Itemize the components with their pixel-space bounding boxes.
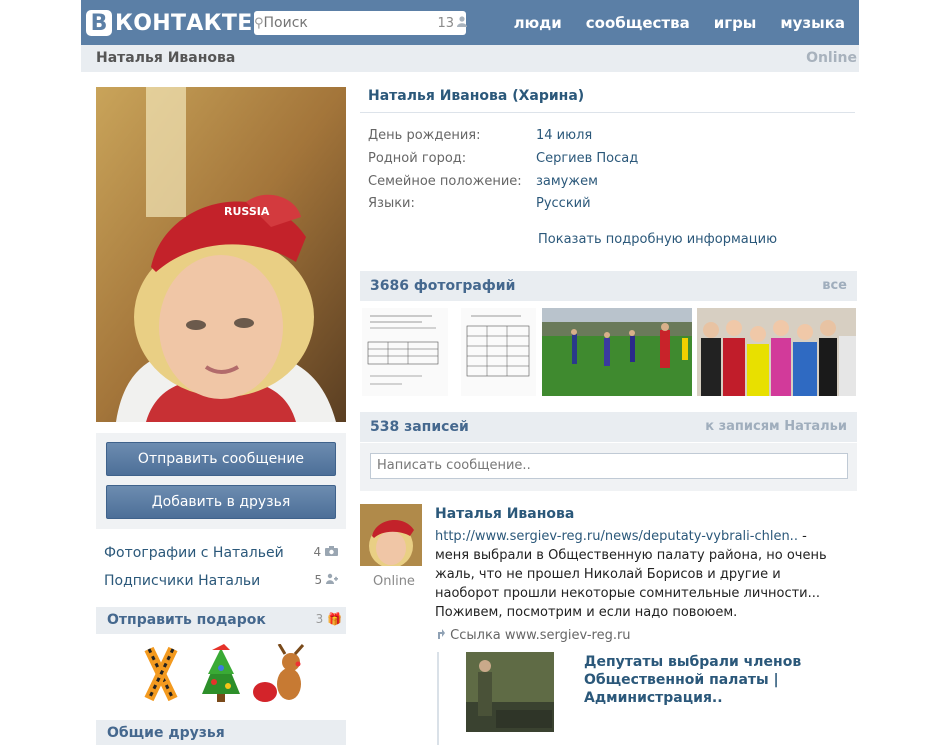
attachment-title[interactable]: Депутаты выбрали членов Общественной пал…: [584, 653, 814, 707]
nav-games[interactable]: игры: [714, 14, 757, 32]
nav-communities[interactable]: сообщества: [586, 14, 690, 32]
link-icon: [438, 629, 445, 639]
online-status: Online: [806, 50, 857, 66]
search-count: 13: [437, 15, 455, 31]
show-more-info-link[interactable]: Показать подробную информацию: [538, 232, 777, 247]
search-input[interactable]: [263, 15, 438, 31]
info-label-hometown: Родной город:: [368, 151, 467, 166]
info-label-relationship: Семейное положение:: [368, 174, 522, 189]
gifts-title: Отправить подарок: [107, 612, 266, 628]
users-icon: [326, 573, 338, 584]
subscribers-count: 5: [315, 573, 338, 587]
gifts-header[interactable]: Отправить подарок 3 🎁: [96, 607, 346, 634]
wall-header[interactable]: 538 записей к записям Натальи: [360, 412, 857, 442]
nav-music[interactable]: музыка: [780, 14, 845, 32]
search-icon: ⚲: [254, 15, 264, 31]
gift-ribbon[interactable]: [139, 644, 183, 708]
photos-with-label: Фотографии с Натальей: [104, 545, 284, 561]
top-header: В КОНТАКТЕ ⚲ 13 люди сообщества игры муз…: [81, 0, 859, 45]
mutual-friends-title: Общие друзья: [107, 725, 225, 741]
info-value-birthday[interactable]: 14 июля: [536, 128, 592, 143]
info-value-hometown[interactable]: Сергиев Посад: [536, 151, 638, 166]
gifts-count: 3 🎁: [315, 612, 342, 626]
wall-title: 538 записей: [370, 419, 469, 435]
photos-all-link[interactable]: все: [822, 278, 847, 293]
profile-short-name: Наталья Иванова: [96, 50, 236, 66]
mutual-friends-header[interactable]: Общие друзья: [96, 720, 346, 745]
photo-thumb-document-2[interactable]: [461, 308, 536, 396]
profile-name-bar: Наталья Иванова Online: [81, 45, 859, 72]
wall-message-input[interactable]: Написать сообщение..: [370, 453, 848, 479]
photos-header[interactable]: 3686 фотографий все: [360, 271, 857, 301]
send-message-button[interactable]: Отправить сообщение: [106, 442, 336, 476]
profile-actions: Отправить сообщение Добавить в друзья: [96, 433, 346, 529]
photo-thumb-group[interactable]: [697, 308, 856, 396]
gift-reindeer[interactable]: [251, 643, 311, 710]
logo-text: КОНТАКТЕ: [115, 10, 253, 36]
user-icon: [457, 16, 468, 30]
vk-profile-page: В КОНТАКТЕ ⚲ 13 люди сообщества игры муз…: [0, 0, 940, 745]
add-friend-button[interactable]: Добавить в друзья: [106, 485, 336, 519]
gift-christmas-tree[interactable]: [194, 644, 248, 710]
profile-full-name: Наталья Иванова (Харина): [368, 88, 585, 104]
wall-compose-box: Написать сообщение..: [360, 443, 857, 491]
post-url[interactable]: http://www.sergiev-reg.ru/news/deputaty-…: [435, 529, 798, 544]
main-nav: люди сообщества игры музыка: [504, 0, 859, 45]
info-value-relationship[interactable]: замужем: [536, 174, 598, 189]
post-avatar[interactable]: [360, 504, 422, 566]
post-text: http://www.sergiev-reg.ru/news/deputaty-…: [435, 527, 835, 622]
attachment-quote-bar: [437, 652, 439, 745]
subscribers-link[interactable]: Подписчики Натальи 5: [104, 573, 338, 589]
info-divider: [360, 112, 855, 113]
info-value-languages[interactable]: Русский: [536, 196, 591, 211]
logo-mark: В: [86, 10, 112, 36]
vk-logo[interactable]: В КОНТАКТЕ: [86, 9, 253, 37]
left-column: RUSSIA Отправить сообщение Добавить в др…: [81, 72, 359, 745]
photos-title: 3686 фотографий: [370, 278, 516, 294]
photos-with-count: 4: [314, 545, 338, 559]
post-link-row[interactable]: Ссылка www.sergiev-reg.ru: [436, 627, 631, 643]
attachment-image[interactable]: [466, 652, 554, 732]
photos-with-link[interactable]: Фотографии с Натальей 4: [104, 545, 338, 561]
post-link-label: Ссылка www.sergiev-reg.ru: [450, 628, 631, 643]
post-author-online: Online: [373, 574, 415, 589]
info-label-languages: Языки:: [368, 196, 415, 211]
info-label-birthday: День рождения:: [368, 128, 481, 143]
profile-photo[interactable]: RUSSIA: [96, 87, 346, 422]
search-box[interactable]: ⚲ 13: [254, 11, 468, 35]
post-author-name[interactable]: Наталья Иванова: [435, 506, 574, 522]
wall-link[interactable]: к записям Натальи: [705, 419, 847, 434]
photo-thumb-football[interactable]: [542, 308, 692, 396]
photo-thumb-document-1[interactable]: [362, 308, 448, 396]
subscribers-label: Подписчики Натальи: [104, 573, 261, 589]
gift-icon: 🎁: [327, 612, 342, 626]
nav-people[interactable]: люди: [514, 14, 562, 32]
camera-icon: [325, 546, 338, 556]
svg-text:RUSSIA: RUSSIA: [224, 205, 270, 218]
